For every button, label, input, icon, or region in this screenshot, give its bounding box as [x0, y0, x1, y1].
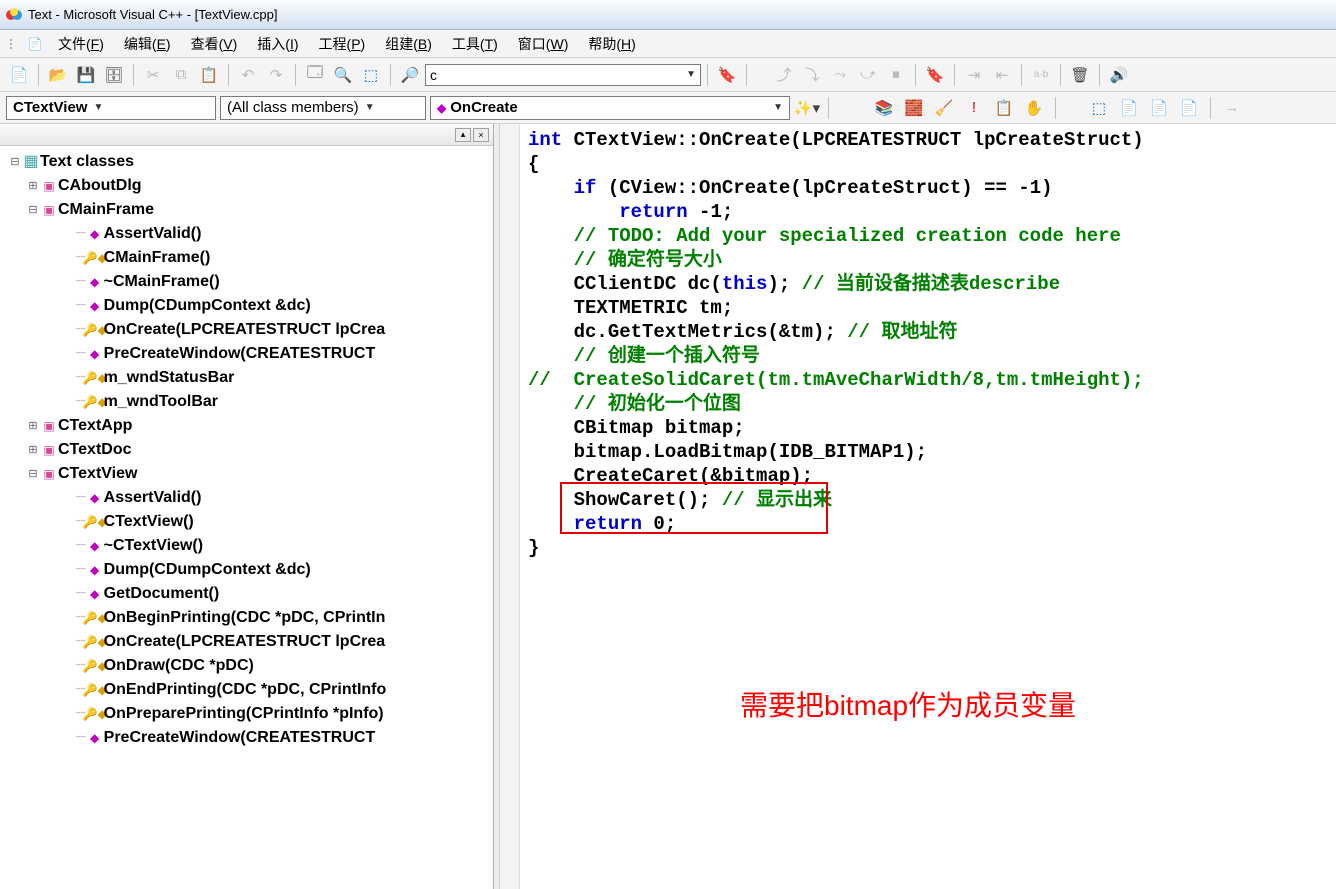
compile-button[interactable]: 🧱 [901, 95, 927, 121]
open-button[interactable]: 📂 [45, 62, 71, 88]
tree-member[interactable]: ┈🔑◆CMainFrame() [0, 246, 493, 270]
code-gutter [500, 124, 520, 889]
title-bar: Text - Microsoft Visual C++ - [TextView.… [0, 0, 1336, 30]
breakpoint-button[interactable]: ✋ [1021, 95, 1047, 121]
bookmark-button[interactable]: 🔖 [922, 62, 948, 88]
tree-member[interactable]: ┈◆PreCreateWindow(CREATESTRUCT [0, 342, 493, 366]
standard-toolbar: 📄 📂 💾 🗄 ✂ ⧉ 📋 ↶ ↷ 🗔 🔍 ⬚ 🔎 c ▼ 🔖 ⤴ ⤵ ⤳ ⤻ … [0, 58, 1336, 92]
execute-button[interactable]: ! [961, 95, 987, 121]
cut-button[interactable]: ✂ [140, 62, 166, 88]
filter-combo[interactable]: (All class members) ▼ [220, 96, 426, 120]
go-debug-button[interactable]: 📋 [991, 95, 1017, 121]
tree-member[interactable]: ┈◆AssertValid() [0, 486, 493, 510]
tree-member[interactable]: ┈🔑◆OnEndPrinting(CDC *pDC, CPrintInfo [0, 678, 493, 702]
tree-class-CAboutDlg[interactable]: ⊞▣CAboutDlg [0, 174, 493, 198]
menu-gripper[interactable] [10, 39, 16, 49]
wizard-bar: CTextView ▼ (All class members) ▼ ◆ OnCr… [0, 92, 1336, 124]
menu-i[interactable]: 插入(I) [247, 30, 308, 58]
window-title: Text - Microsoft Visual C++ - [TextView.… [28, 7, 278, 22]
tree-member[interactable]: ┈◆PreCreateWindow(CREATESTRUCT [0, 726, 493, 750]
tree-member[interactable]: ┈🔑◆OnDraw(CDC *pDC) [0, 654, 493, 678]
tree-class-CTextApp[interactable]: ⊞▣CTextApp [0, 414, 493, 438]
tree-member[interactable]: ┈◆GetDocument() [0, 582, 493, 606]
chevron-down-icon: ▼ [93, 102, 103, 113]
step3-button[interactable]: ⤻ [855, 62, 881, 88]
fwd-button[interactable]: → [1219, 95, 1245, 121]
menu-f[interactable]: 文件(F) [48, 30, 114, 58]
doc-icon[interactable]: 📄 [26, 37, 44, 51]
redo-button[interactable]: ↷ [263, 62, 289, 88]
tile-button[interactable]: ⬚ [1086, 95, 1112, 121]
tree-member[interactable]: ┈◆~CMainFrame() [0, 270, 493, 294]
resource-button[interactable]: 🔍 [330, 62, 356, 88]
find-in-files-button[interactable]: 🔎 [397, 62, 423, 88]
tree-member[interactable]: ┈◆~CTextView() [0, 534, 493, 558]
class-combo[interactable]: CTextView ▼ [6, 96, 216, 120]
menu-p[interactable]: 工程(P) [309, 30, 376, 58]
tree-class-CMainFrame[interactable]: ⊟▣CMainFrame [0, 198, 493, 222]
menu-t[interactable]: 工具(T) [442, 30, 508, 58]
paste-button[interactable]: 📋 [196, 62, 222, 88]
tree-member[interactable]: ┈🔑◆m_wndToolBar [0, 390, 493, 414]
main-area: ▴ × ⊟▦Text classes⊞▣CAboutDlg⊟▣CMainFram… [0, 124, 1336, 889]
search-help-button[interactable]: 🔖 [714, 62, 740, 88]
indent-button[interactable]: ⇥ [961, 62, 987, 88]
sound-button[interactable]: 🔊 [1106, 62, 1132, 88]
diamond-icon: ◆ [437, 101, 446, 115]
new-text-button[interactable]: 📄 [6, 62, 32, 88]
menu-e[interactable]: 编辑(E) [114, 30, 181, 58]
build-button[interactable]: 📚 [871, 95, 897, 121]
class-button[interactable]: ⬚ [358, 62, 384, 88]
annotation-text: 需要把bitmap作为成员变量 [740, 684, 1076, 724]
member-combo[interactable]: ◆ OnCreate ▼ [430, 96, 790, 120]
step2-button[interactable]: ⤳ [827, 62, 853, 88]
panel-close-button[interactable]: × [473, 128, 489, 142]
stop-button[interactable]: ⏹ [883, 62, 909, 88]
tree-member[interactable]: ┈◆AssertValid() [0, 222, 493, 246]
chevron-down-icon: ▼ [686, 69, 696, 80]
copy-button[interactable]: ⧉ [168, 62, 194, 88]
class-tree[interactable]: ⊟▦Text classes⊞▣CAboutDlg⊟▣CMainFrame┈◆A… [0, 146, 493, 889]
panel-min-button[interactable]: ▴ [455, 128, 471, 142]
tree-member[interactable]: ┈🔑◆m_wndStatusBar [0, 366, 493, 390]
menu-bar: 📄 文件(F)编辑(E)查看(V)插入(I)工程(P)组建(B)工具(T)窗口(… [0, 30, 1336, 58]
tree-member[interactable]: ┈🔑◆OnPreparePrinting(CPrintInfo *pInfo) [0, 702, 493, 726]
menu-h[interactable]: 帮助(H) [578, 30, 645, 58]
tree-member[interactable]: ┈🔑◆OnBeginPrinting(CDC *pDC, CPrintIn [0, 606, 493, 630]
list1-button[interactable]: 📄 [1116, 95, 1142, 121]
code-content[interactable]: int CTextView::OnCreate(LPCREATESTRUCT l… [528, 128, 1336, 560]
workspace-button[interactable]: 🗔 [302, 62, 328, 88]
menu-b[interactable]: 组建(B) [375, 30, 442, 58]
panel-header: ▴ × [0, 124, 493, 146]
save-button[interactable]: 💾 [73, 62, 99, 88]
menu-w[interactable]: 窗口(W) [508, 30, 579, 58]
menu-v[interactable]: 查看(V) [181, 30, 248, 58]
stop-build-button[interactable]: 🧹 [931, 95, 957, 121]
classview-panel: ▴ × ⊟▦Text classes⊞▣CAboutDlg⊟▣CMainFram… [0, 124, 494, 889]
tree-member[interactable]: ┈◆Dump(CDumpContext &dc) [0, 558, 493, 582]
go-button[interactable]: ⤴ [771, 62, 797, 88]
step-button[interactable]: ⤵ [799, 62, 825, 88]
tree-class-CTextView[interactable]: ⊟▣CTextView [0, 462, 493, 486]
tree-member[interactable]: ┈🔑◆OnCreate(LPCREATESTRUCT lpCrea [0, 318, 493, 342]
code-editor[interactable]: int CTextView::OnCreate(LPCREATESTRUCT l… [500, 124, 1336, 889]
tree-member[interactable]: ┈🔑◆CTextView() [0, 510, 493, 534]
delete-button[interactable]: 🗑 [1067, 62, 1093, 88]
chevron-down-icon: ▼ [773, 102, 783, 113]
tree-member[interactable]: ┈◆Dump(CDumpContext &dc) [0, 294, 493, 318]
tree-member[interactable]: ┈🔑◆OnCreate(LPCREATESTRUCT lpCrea [0, 630, 493, 654]
abc-button[interactable]: a·b [1028, 62, 1054, 88]
find-combo-value: c [430, 67, 437, 83]
outdent-button[interactable]: ⇤ [989, 62, 1015, 88]
wizard-action-button[interactable]: ✨▾ [794, 95, 820, 121]
tree-class-CTextDoc[interactable]: ⊞▣CTextDoc [0, 438, 493, 462]
chevron-down-icon: ▼ [365, 102, 375, 113]
app-icon [6, 7, 22, 23]
tree-root[interactable]: ⊟▦Text classes [0, 150, 493, 174]
find-combo[interactable]: c ▼ [425, 64, 701, 86]
list3-button[interactable]: 📄 [1176, 95, 1202, 121]
save-all-button[interactable]: 🗄 [101, 62, 127, 88]
list2-button[interactable]: 📄 [1146, 95, 1172, 121]
undo-button[interactable]: ↶ [235, 62, 261, 88]
